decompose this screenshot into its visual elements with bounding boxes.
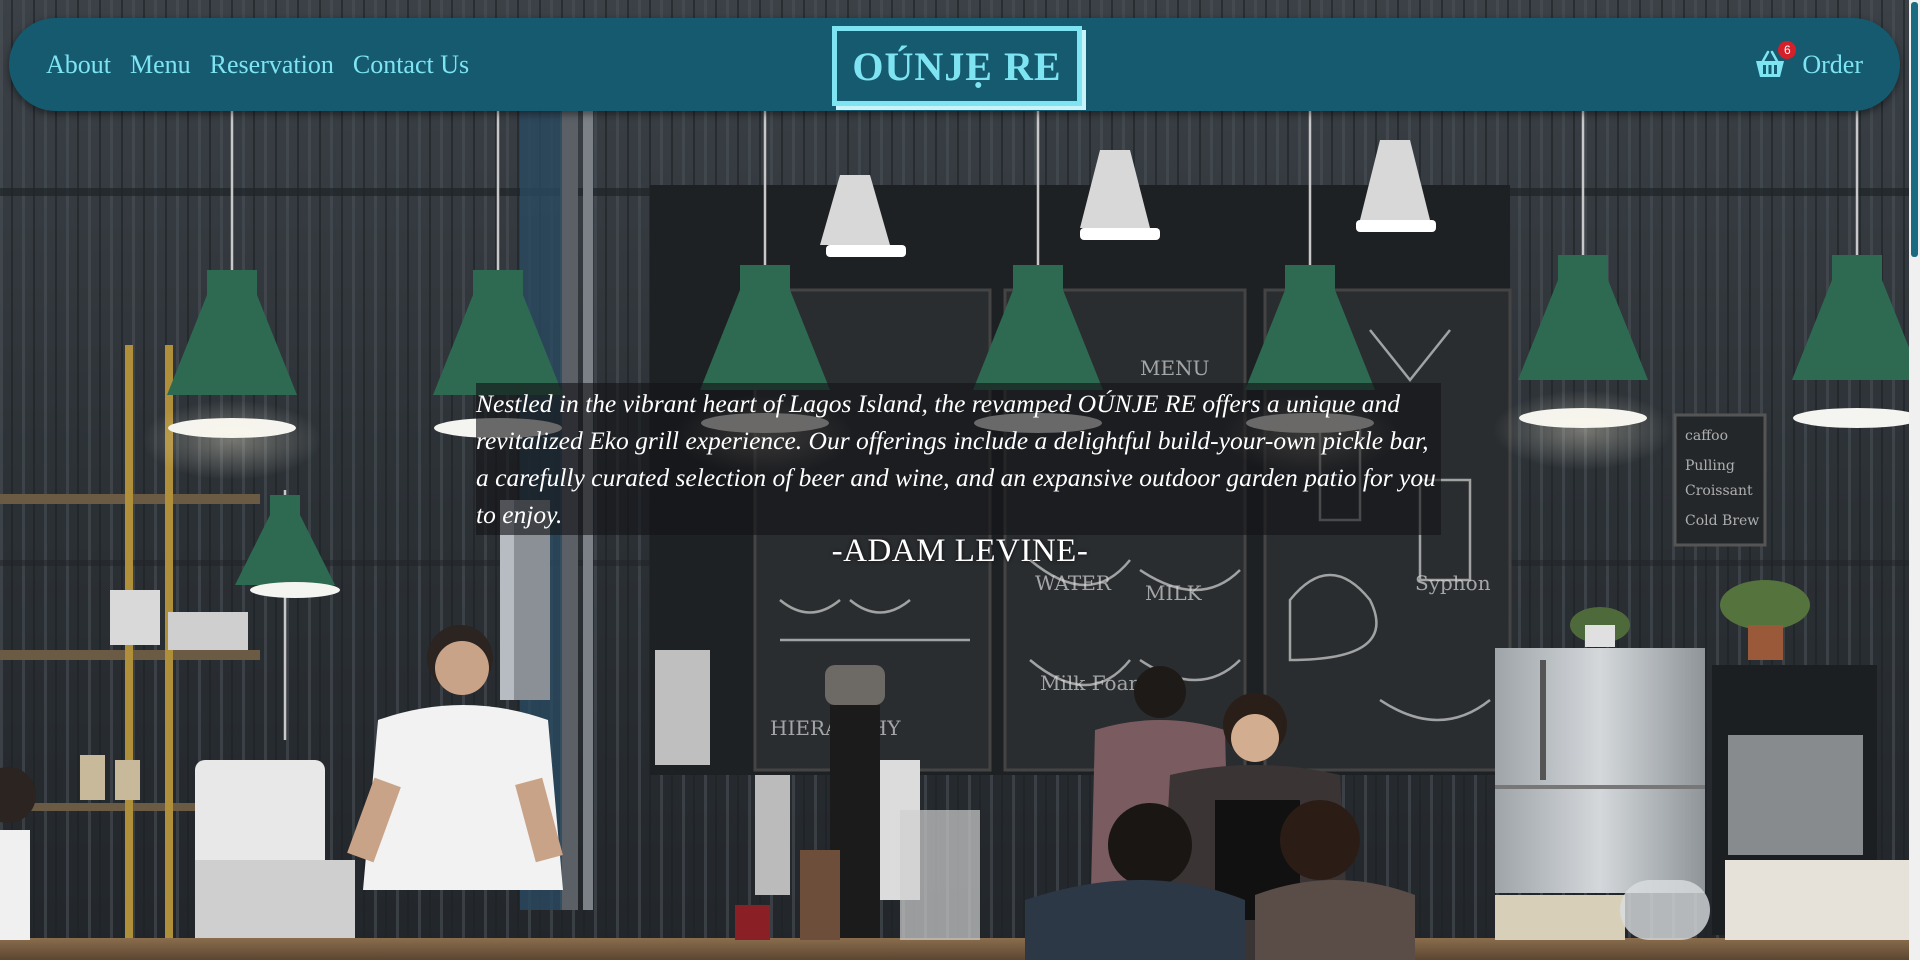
hero-quote-text: Nestled in the vibrant heart of Lagos Is… <box>476 389 1436 529</box>
nav-link-contact-us[interactable]: Contact Us <box>353 50 469 80</box>
brand-logo[interactable]: OÚNJẸ RE <box>832 26 1082 106</box>
top-navbar: About Menu Reservation Contact Us OÚNJẸ … <box>9 18 1900 111</box>
page: MENU HIERARCHY WATER MILK Milk Foam Syph… <box>0 0 1920 960</box>
svg-text:Cold Brew: Cold Brew <box>1685 513 1759 529</box>
svg-text:MILK: MILK <box>1145 581 1203 605</box>
nav-links: About Menu Reservation Contact Us <box>46 18 469 111</box>
svg-text:MENU: MENU <box>1140 356 1209 380</box>
hero-quote-box: Nestled in the vibrant heart of Lagos Is… <box>476 383 1441 535</box>
cart-count-badge: 6 <box>1778 40 1797 59</box>
svg-text:Syphon: Syphon <box>1415 571 1491 595</box>
cart-button[interactable]: 6 <box>1752 40 1797 83</box>
svg-text:Pulling: Pulling <box>1685 458 1735 474</box>
page-scrollbar[interactable] <box>1909 0 1920 960</box>
svg-text:WATER: WATER <box>1035 571 1112 595</box>
svg-text:Milk Foam: Milk Foam <box>1040 671 1147 695</box>
brand-logo-text: OÚNJẸ RE <box>852 43 1062 89</box>
nav-link-about[interactable]: About <box>46 50 111 80</box>
nav-link-reservation[interactable]: Reservation <box>210 50 334 80</box>
scrollbar-thumb[interactable] <box>1911 2 1918 257</box>
quote-author: -ADAM LEVINE- <box>831 533 1089 569</box>
nav-actions: 6 Order <box>1752 18 1863 111</box>
svg-text:Croissant: Croissant <box>1685 483 1753 499</box>
nav-link-menu[interactable]: Menu <box>130 50 191 80</box>
order-link[interactable]: Order <box>1802 50 1863 80</box>
svg-text:caffoo: caffoo <box>1685 428 1728 444</box>
